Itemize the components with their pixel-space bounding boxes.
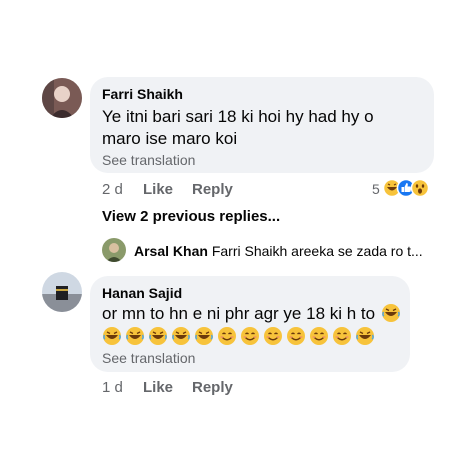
emoji-row [102,326,378,348]
laugh-emoji-icon [356,327,374,345]
laugh-emoji-icon [149,327,167,345]
laugh-emoji-icon [126,327,144,345]
smile-emoji-icon [264,327,282,345]
reply-preview[interactable]: Arsal Khan Farri Shaikh areeka se zada r… [134,243,423,259]
see-translation-link[interactable]: See translation [102,350,195,366]
reply-author[interactable]: Arsal Khan [134,243,208,259]
reaction-count[interactable]: 5 [372,181,380,197]
comment-text-line-1-row: or mn to hn e ni phr agr ye 18 ki h to [102,303,401,325]
comment-author[interactable]: Hanan Sajid [102,285,182,301]
laugh-emoji-icon [195,327,213,345]
comment-text-line-2: maro ise maro koi [102,129,238,148]
avatar-hanan-sajid[interactable] [42,272,82,312]
reply-button[interactable]: Reply [192,379,233,396]
wow-react-icon [410,178,430,198]
smile-emoji-icon [218,327,236,345]
laugh-emoji-icon [381,304,400,323]
comment-timestamp[interactable]: 2 d [102,181,123,198]
avatar-arsal-khan[interactable] [102,238,126,262]
smile-emoji-icon [287,327,305,345]
smile-emoji-icon [310,327,328,345]
laugh-emoji-icon [103,327,121,345]
avatar-farri-shaikh[interactable] [42,78,82,118]
comment-timestamp[interactable]: 1 d [102,379,123,396]
reply-button[interactable]: Reply [192,181,233,198]
profile-photo-icon [42,78,82,118]
comment-text-line-1: or mn to hn e ni phr agr ye 18 ki h to [102,304,376,323]
reaction-icons[interactable] [382,178,438,198]
like-button[interactable]: Like [143,181,173,198]
laugh-emoji-icon [172,327,190,345]
like-button[interactable]: Like [143,379,173,396]
view-previous-replies-link[interactable]: View 2 previous replies... [102,208,280,225]
see-translation-link[interactable]: See translation [102,152,195,168]
smile-emoji-icon [241,327,259,345]
smile-emoji-icon [333,327,351,345]
profile-photo-icon [42,272,82,312]
comment-author[interactable]: Farri Shaikh [102,86,183,102]
reply-snippet: Farri Shaikh areeka se zada ro t... [211,243,423,259]
comment-text-line-1: Ye itni bari sari 18 ki hoi hy had hy o [102,107,374,126]
profile-photo-icon [102,238,126,262]
